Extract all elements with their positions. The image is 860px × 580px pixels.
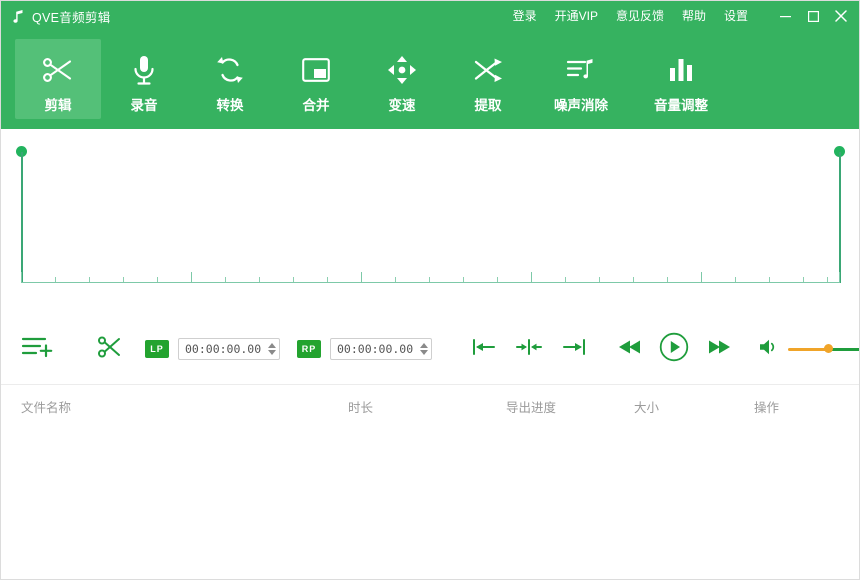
col-actions: 操作 [754, 397, 779, 416]
lp-stepper-down[interactable] [268, 350, 276, 355]
lp-time-input[interactable] [179, 339, 265, 359]
volume-bars-icon [667, 53, 695, 87]
titlebar-item-help[interactable]: 帮助 [673, 1, 715, 31]
rp-stepper-down[interactable] [420, 350, 428, 355]
titlebar-item-login[interactable]: 登录 [504, 1, 546, 31]
toolbar-item-edit[interactable]: 剪辑 [15, 39, 101, 119]
volume-slider-filled [788, 348, 828, 351]
play-button[interactable] [659, 332, 689, 367]
main-toolbar: 剪辑 录音 [1, 31, 860, 129]
toolbar-label-volume-adjust: 音量调整 [654, 94, 708, 114]
toolbar-label-speed: 变速 [389, 94, 416, 114]
fast-forward-icon [707, 339, 731, 360]
jump-to-end-button[interactable] [562, 338, 586, 361]
merge-rectangle-icon [301, 53, 331, 87]
col-export-progress: 导出进度 [506, 397, 556, 416]
toolbar-item-record[interactable]: 录音 [101, 39, 187, 119]
title-bar: QVE音频剪辑 登录 开通VIP 意见反馈 帮助 设置 [1, 1, 860, 31]
rp-stepper-up[interactable] [420, 343, 428, 348]
jump-to-end-icon [562, 338, 586, 361]
toolbar-label-noise-reduction: 噪声消除 [554, 94, 608, 114]
app-window: QVE音频剪辑 登录 开通VIP 意见反馈 帮助 设置 [0, 0, 860, 580]
title-bar-right: 登录 开通VIP 意见反馈 帮助 设置 [504, 1, 860, 31]
lp-stepper[interactable] [265, 339, 279, 359]
speaker-icon [758, 338, 778, 361]
scissors-icon [41, 53, 75, 87]
play-button-icon [659, 332, 689, 367]
toolbar-item-noise-reduction[interactable]: 噪声消除 [531, 39, 631, 119]
timeline-ruler[interactable] [21, 273, 840, 283]
rp-marker-button[interactable]: RP [297, 340, 321, 358]
toolbar-item-merge[interactable]: 合并 [273, 39, 359, 119]
toolbar-label-convert: 转换 [217, 94, 244, 114]
window-title: QVE音频剪辑 [32, 7, 111, 26]
toolbar-item-extract[interactable]: 提取 [445, 39, 531, 119]
col-duration: 时长 [348, 397, 373, 416]
toolbar-label-merge: 合并 [303, 94, 330, 114]
convert-refresh-icon [215, 53, 245, 87]
file-table-header: 文件名称 时长 导出进度 大小 操作 [1, 385, 860, 425]
rp-time-input[interactable] [331, 339, 417, 359]
control-bar: LP RP [1, 314, 860, 384]
waveform-area[interactable]: 00:00:00 00:00:00.00 00:00:00.00 [1, 129, 860, 314]
volume-slider-remaining [828, 348, 860, 351]
fast-forward-button[interactable] [707, 339, 731, 360]
close-button[interactable] [827, 1, 855, 31]
rp-badge: RP [297, 340, 321, 358]
rp-stepper[interactable] [417, 339, 431, 359]
rewind-icon [618, 339, 642, 360]
jump-to-start-button[interactable] [472, 338, 496, 361]
volume-slider[interactable] [788, 342, 860, 356]
minimize-button[interactable] [771, 1, 799, 31]
add-file-icon [21, 335, 55, 364]
microphone-icon [129, 53, 159, 87]
toolbar-label-edit: 剪辑 [45, 94, 72, 114]
extract-shuffle-icon [473, 53, 503, 87]
right-trim-stem [839, 152, 841, 283]
titlebar-item-feedback[interactable]: 意见反馈 [607, 1, 673, 31]
add-file-button[interactable] [21, 335, 55, 364]
toolbar-label-extract: 提取 [475, 94, 502, 114]
speed-arrows-icon [387, 53, 417, 87]
left-trim-stem [21, 152, 23, 283]
file-table-body[interactable] [1, 425, 860, 579]
toolbar-label-record: 录音 [131, 94, 158, 114]
scissors-icon [97, 334, 123, 365]
jump-to-start-icon [472, 338, 496, 361]
toolbar-item-convert[interactable]: 转换 [187, 39, 273, 119]
title-bar-left: QVE音频剪辑 [1, 7, 111, 26]
mute-toggle-button[interactable] [758, 338, 778, 361]
lp-stepper-up[interactable] [268, 343, 276, 348]
titlebar-item-vip[interactable]: 开通VIP [546, 1, 607, 31]
toolbar-item-volume-adjust[interactable]: 音量调整 [631, 39, 731, 119]
rewind-button[interactable] [618, 339, 642, 360]
col-size: 大小 [634, 397, 659, 416]
lp-time-field[interactable] [178, 338, 280, 360]
volume-slider-knob[interactable] [824, 344, 833, 353]
lp-badge: LP [145, 340, 169, 358]
center-marker-button[interactable] [516, 338, 542, 361]
maximize-button[interactable] [799, 1, 827, 31]
music-note-icon [11, 9, 25, 24]
rp-time-field[interactable] [330, 338, 432, 360]
lp-marker-button[interactable]: LP [145, 340, 169, 358]
cut-button[interactable] [97, 334, 123, 365]
noise-reduction-icon [565, 53, 597, 87]
col-filename: 文件名称 [21, 397, 71, 416]
titlebar-item-settings[interactable]: 设置 [715, 1, 757, 31]
toolbar-item-speed[interactable]: 变速 [359, 39, 445, 119]
window-controls [771, 1, 860, 31]
center-marker-icon [516, 338, 542, 361]
